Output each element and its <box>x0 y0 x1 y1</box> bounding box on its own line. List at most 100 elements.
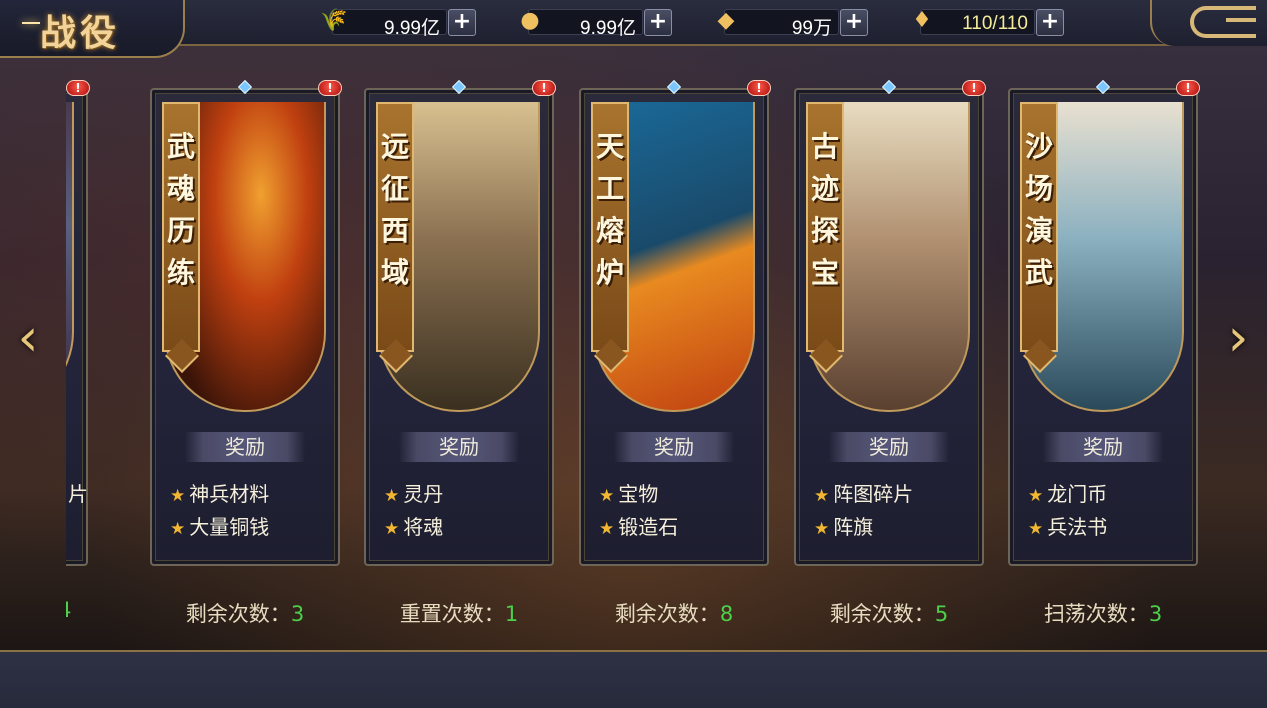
reward-list: ★ 宝物 ★ 锻造石 <box>599 478 759 544</box>
reward-item: ★ 宝物 <box>599 478 759 511</box>
attempts-count: 重置次数：1 <box>364 598 554 628</box>
reward-item: ★ 将魂 <box>384 511 544 544</box>
add-resource-button[interactable]: + <box>840 9 868 36</box>
notification-badge: ! <box>962 80 986 96</box>
campaign-card[interactable]: ! 古迹探宝奖励 ★ 阵图碎片 ★ 阵旗 剩余次数：5 <box>794 79 986 626</box>
star-icon: ★ <box>599 486 615 506</box>
campaign-name: 沙场演武 <box>1024 130 1053 289</box>
resource-gold-ingot: 99万 ◆ + <box>710 6 870 39</box>
attempts-count: 剩余次数：3 <box>150 598 340 628</box>
campaign-card[interactable]: !★片4 <box>66 80 90 622</box>
name-banner: 古迹探宝 <box>806 102 844 352</box>
campaign-name: 远征西域 <box>380 130 409 289</box>
reward-label: 奖励 <box>829 432 949 462</box>
reward-list: ★ 灵丹 ★ 将魂 <box>384 478 544 544</box>
attempts-count: 剩余次数：8 <box>579 598 769 628</box>
reward-text: 片 <box>68 482 88 506</box>
count-label: 剩余次数： <box>185 602 291 626</box>
star-icon: ★ <box>599 519 615 539</box>
reward-text: 大量铜钱 <box>189 515 270 539</box>
count-value: 1 <box>504 602 519 626</box>
campaign-name: 古迹探宝 <box>810 130 839 289</box>
reward-item: ★ 阵图碎片 <box>814 478 974 511</box>
notification-badge: ! <box>747 80 771 96</box>
reward-item: ★ 锻造石 <box>599 511 759 544</box>
reward-label: 奖励 <box>1043 432 1163 462</box>
reward-text: 兵法书 <box>1047 515 1108 539</box>
count-value: 3 <box>1148 602 1163 626</box>
star-icon: ★ <box>384 519 400 539</box>
reward-label: 奖励 <box>614 432 734 462</box>
reward-item: ★ 神兵材料 <box>170 478 330 511</box>
star-icon: ★ <box>814 519 830 539</box>
notification-badge: ! <box>66 80 90 96</box>
title-plate: 战役 <box>0 0 185 58</box>
reward-item: ★ 阵旗 <box>814 511 974 544</box>
campaign-name: 武魂历练 <box>166 130 195 289</box>
reward-text: 阵旗 <box>833 515 874 539</box>
add-resource-button[interactable]: + <box>1036 9 1064 36</box>
reward-list: ★ 阵图碎片 ★ 阵旗 <box>814 478 974 544</box>
count-label: 扫荡次数： <box>1043 602 1149 626</box>
count-label: 剩余次数： <box>614 602 720 626</box>
reward-text: 神兵材料 <box>189 482 270 506</box>
campaign-card[interactable]: ! 武魂历练奖励 ★ 神兵材料 ★ 大量铜钱 剩余次数：3 <box>150 79 342 626</box>
reward-list: ★ 龙门币 ★ 兵法书 <box>1028 478 1188 544</box>
reward-item: ★ 龙门币 <box>1028 478 1188 511</box>
name-banner: 天工熔炉 <box>591 102 629 352</box>
star-icon: ★ <box>170 519 186 539</box>
reward-label: 奖励 <box>399 432 519 462</box>
reward-text: 将魂 <box>403 515 444 539</box>
name-banner: 武魂历练 <box>162 102 200 352</box>
resource-value: 9.99亿 <box>580 18 636 39</box>
count-value: 4 <box>66 598 71 622</box>
campaign-card[interactable]: ! 沙场演武奖励 ★ 龙门币 ★ 兵法书 扫荡次数：3 <box>1008 79 1200 626</box>
sparkle-icon <box>22 22 40 24</box>
star-icon: ★ <box>384 486 400 506</box>
resource-stamina-potion: 110/110 ♦ + <box>906 6 1066 36</box>
page-title: 战役 <box>40 12 121 54</box>
reward-text: 灵丹 <box>403 482 444 506</box>
reward-item: ★ 兵法书 <box>1028 511 1188 544</box>
coin-icon: ● <box>520 8 540 33</box>
campaign-card[interactable]: ! 天工熔炉奖励 ★ 宝物 ★ 锻造石 剩余次数：8 <box>579 79 771 626</box>
campaign-name: 天工熔炉 <box>595 130 624 289</box>
wheat-icon: 🌾 <box>320 8 348 33</box>
resource-wheat: 9.99亿 🌾 + <box>318 6 478 39</box>
prev-arrow-button[interactable]: ‹ <box>10 310 46 366</box>
reward-text: 阵图碎片 <box>833 482 914 506</box>
star-icon: ★ <box>1028 486 1044 506</box>
next-arrow-button[interactable]: › <box>1220 310 1256 366</box>
reward-item: ★ 大量铜钱 <box>170 511 330 544</box>
count-value: 5 <box>934 602 949 626</box>
resource-value: 99万 <box>791 18 832 39</box>
count-value: 8 <box>719 602 734 626</box>
count-label: 剩余次数： <box>829 602 935 626</box>
notification-badge: ! <box>318 80 342 96</box>
return-icon <box>1190 6 1256 38</box>
reward-list: ★ 神兵材料 ★ 大量铜钱 <box>170 478 330 544</box>
campaign-card[interactable]: ! 远征西域奖励 ★ 灵丹 ★ 将魂 重置次数：1 <box>364 79 556 626</box>
attempts-count: 剩余次数：5 <box>794 598 984 628</box>
reward-item: ★ 灵丹 <box>384 478 544 511</box>
gold-ingot-icon: ◆ <box>717 8 735 33</box>
add-resource-button[interactable]: + <box>448 9 476 36</box>
attempts-count: 4 <box>66 598 98 622</box>
bottom-bar <box>0 650 1267 708</box>
reward-text: 宝物 <box>618 482 659 506</box>
star-icon: ★ <box>814 486 830 506</box>
resource-coin: 9.99亿 ● + <box>514 6 674 39</box>
reward-text: 锻造石 <box>618 515 679 539</box>
star-icon: ★ <box>170 486 186 506</box>
star-icon: ★ <box>1028 519 1044 539</box>
notification-badge: ! <box>532 80 556 96</box>
count-value: 3 <box>290 602 305 626</box>
notification-badge: ! <box>1176 80 1200 96</box>
add-resource-button[interactable]: + <box>644 9 672 36</box>
reward-text: 龙门币 <box>1047 482 1108 506</box>
attempts-count: 扫荡次数：3 <box>1008 598 1198 628</box>
name-banner: 沙场演武 <box>1020 102 1058 352</box>
resource-value: 9.99亿 <box>384 18 440 39</box>
resource-value: 110/110 <box>962 13 1028 34</box>
back-button[interactable] <box>1150 0 1267 46</box>
